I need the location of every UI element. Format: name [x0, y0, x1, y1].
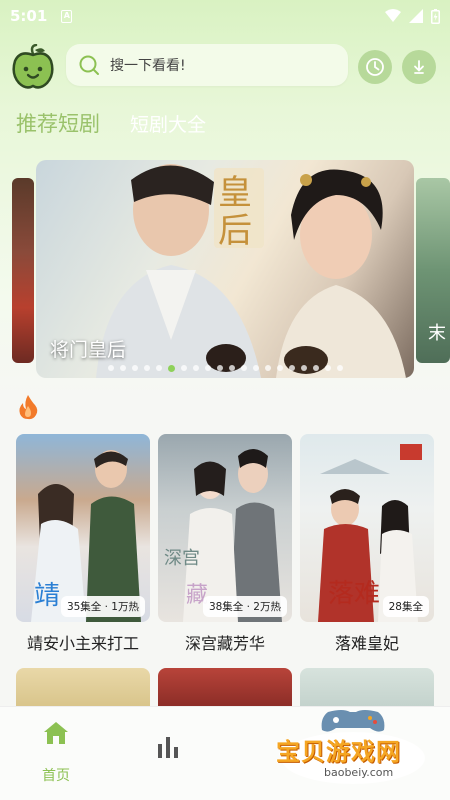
carousel-dot[interactable]: [192, 365, 199, 371]
episode-badge: 28集全: [382, 596, 429, 617]
svg-text:靖: 靖: [34, 581, 60, 611]
next-banner-title-fragment: 末: [428, 323, 446, 344]
watermark-text: 宝贝游戏网: [276, 738, 401, 766]
drama-card-peek[interactable]: [158, 668, 292, 708]
status-icons: [385, 8, 440, 24]
nav-home[interactable]: 首页: [16, 721, 96, 785]
app-logo-icon[interactable]: [10, 44, 56, 90]
status-bar: 5:01 A: [0, 0, 450, 32]
carousel-dot[interactable]: [155, 365, 162, 371]
drama-card-peek[interactable]: [16, 668, 150, 708]
signal-icon: [409, 9, 423, 23]
carousel-dot[interactable]: [288, 365, 295, 371]
drama-title[interactable]: 深宫藏芳华: [158, 630, 292, 654]
carousel-dot[interactable]: [131, 365, 138, 371]
watermark-url: baobeiy.com: [324, 766, 394, 779]
history-button[interactable]: [358, 50, 392, 84]
download-button[interactable]: [402, 50, 436, 84]
banner-title: 将门皇后: [50, 339, 127, 361]
wifi-icon: [385, 9, 401, 22]
svg-text:落难: 落难: [328, 579, 380, 609]
carousel-dot[interactable]: [180, 365, 187, 371]
svg-text:深宫: 深宫: [164, 548, 200, 569]
carousel-dot[interactable]: [216, 365, 223, 371]
drama-card[interactable]: 靖 35集全 · 1万热 靖安小主来打工: [16, 434, 150, 654]
poster-art: 深宫 藏: [164, 449, 282, 622]
carousel-dot[interactable]: [228, 365, 235, 371]
drama-poster[interactable]: 深宫 藏 38集全 · 2万热: [158, 434, 292, 622]
search-placeholder: 搜一下看看!: [110, 58, 186, 74]
banner-carousel[interactable]: 皇 后 将门皇后 末: [0, 160, 450, 380]
poster-art: 靖: [31, 450, 141, 622]
carousel-dot[interactable]: [167, 365, 175, 372]
poster-art: 落难: [318, 444, 422, 622]
carousel-dot[interactable]: [264, 365, 271, 371]
fire-icon: [19, 395, 38, 420]
drama-poster[interactable]: 靖 35集全 · 1万热: [16, 434, 150, 622]
carousel-dot[interactable]: [143, 365, 150, 371]
drama-poster[interactable]: 落难 28集全: [300, 434, 434, 622]
carousel-dot[interactable]: [300, 365, 307, 371]
header: 搜一下看看!: [0, 40, 450, 92]
drama-title[interactable]: 靖安小主来打工: [16, 630, 150, 654]
carousel-dot[interactable]: [107, 365, 114, 371]
download-icon: [414, 60, 424, 74]
svg-text:后: 后: [218, 211, 252, 251]
tab-recommended[interactable]: 推荐短剧: [16, 108, 100, 138]
battery-icon: [431, 8, 440, 24]
watermark-logo: 宝贝游戏网 baobeiy.com: [268, 708, 438, 788]
home-icon: [44, 722, 68, 744]
category-tabs: 推荐短剧 短剧大全: [16, 108, 206, 138]
drama-card-peek[interactable]: [300, 668, 434, 708]
carousel-dot[interactable]: [252, 365, 259, 371]
episode-badge: 38集全 · 2万热: [202, 596, 287, 617]
chart-icon: [158, 737, 178, 758]
carousel-dot[interactable]: [324, 365, 331, 371]
next-banner-peek[interactable]: 末: [416, 178, 450, 363]
carousel-dot[interactable]: [240, 365, 247, 371]
drama-title[interactable]: 落难皇妃: [300, 630, 434, 654]
carousel-dot[interactable]: [336, 365, 343, 371]
history-icon: [366, 58, 384, 76]
carousel-dot[interactable]: [119, 365, 126, 371]
search-bar[interactable]: 搜一下看看!: [66, 44, 348, 86]
nav-home-label: 首页: [42, 768, 70, 784]
episode-badge: 35集全 · 1万热: [60, 596, 145, 617]
carousel-dot[interactable]: [204, 365, 211, 371]
banner-card[interactable]: 皇 后 将门皇后: [36, 160, 414, 378]
drama-card[interactable]: 落难 28集全 落难皇妃: [300, 434, 434, 654]
carousel-indicator: [36, 365, 414, 372]
tab-all-dramas[interactable]: 短剧大全: [130, 110, 206, 137]
status-time: 5:01: [10, 7, 48, 25]
carousel-dot[interactable]: [312, 365, 319, 371]
search-icon: [79, 55, 99, 75]
previous-banner-peek[interactable]: [12, 178, 34, 363]
sim-icon: A: [61, 9, 73, 23]
svg-text:皇: 皇: [218, 173, 252, 213]
drama-card[interactable]: 深宫 藏 38集全 · 2万热 深宫藏芳华: [158, 434, 292, 654]
carousel-dot[interactable]: [276, 365, 283, 371]
nav-rank[interactable]: [128, 721, 208, 759]
